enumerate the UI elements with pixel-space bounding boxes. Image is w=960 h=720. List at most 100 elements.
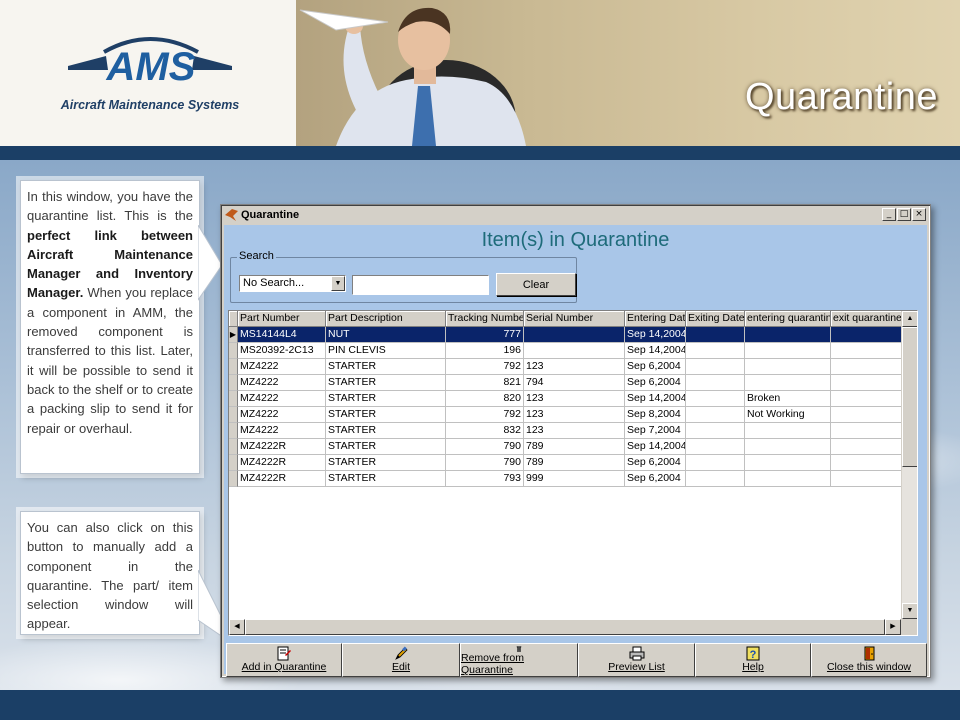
table-cell[interactable]: 821 <box>446 375 524 391</box>
table-cell[interactable]: STARTER <box>326 471 446 487</box>
table-cell[interactable]: STARTER <box>326 391 446 407</box>
scroll-right-icon[interactable]: ▶ <box>885 619 901 635</box>
table-row[interactable]: MZ4222 STARTER 792 123 Sep 8,2004 Not Working <box>229 407 917 423</box>
table-row[interactable]: MZ4222 STARTER 792 123 Sep 6,2004 <box>229 359 917 375</box>
table-cell[interactable] <box>831 423 904 439</box>
add-in-quarantine-button[interactable]: Add in Quarantine <box>226 643 342 677</box>
table-cell[interactable] <box>686 343 745 359</box>
table-cell[interactable]: 123 <box>524 407 625 423</box>
vertical-scroll-thumb[interactable] <box>902 327 917 467</box>
row-indicator[interactable] <box>229 439 238 455</box>
table-cell[interactable]: 123 <box>524 391 625 407</box>
table-cell[interactable]: 790 <box>446 455 524 471</box>
table-cell[interactable]: MZ4222R <box>238 471 326 487</box>
column-header[interactable]: exit quarantine <box>831 311 904 327</box>
table-cell[interactable] <box>831 471 904 487</box>
table-cell[interactable] <box>686 327 745 343</box>
row-indicator[interactable] <box>229 359 238 375</box>
scroll-down-icon[interactable]: ▼ <box>902 603 917 619</box>
table-cell[interactable] <box>745 327 831 343</box>
minimize-button[interactable]: _ <box>882 208 896 221</box>
table-cell[interactable] <box>745 471 831 487</box>
row-indicator[interactable] <box>229 471 238 487</box>
table-cell[interactable]: MZ4222 <box>238 423 326 439</box>
table-cell[interactable]: Sep 6,2004 <box>625 471 686 487</box>
remove-from-quarantine-button[interactable]: Remove from Quarantine <box>460 643 578 677</box>
row-indicator[interactable] <box>229 407 238 423</box>
table-cell[interactable] <box>831 327 904 343</box>
table-cell[interactable] <box>831 375 904 391</box>
table-cell[interactable]: STARTER <box>326 359 446 375</box>
row-indicator[interactable] <box>229 423 238 439</box>
table-row[interactable]: MZ4222R STARTER 790 789 Sep 14,2004 <box>229 439 917 455</box>
table-cell[interactable]: STARTER <box>326 455 446 471</box>
table-cell[interactable] <box>831 391 904 407</box>
column-header[interactable]: entering quarantine <box>745 311 831 327</box>
help-button[interactable]: ? Help <box>695 643 811 677</box>
table-row[interactable]: MZ4222R STARTER 790 789 Sep 6,2004 <box>229 455 917 471</box>
table-cell[interactable]: MZ4222 <box>238 407 326 423</box>
column-header[interactable]: Entering Date <box>625 311 686 327</box>
table-cell[interactable] <box>831 407 904 423</box>
table-cell[interactable]: 123 <box>524 423 625 439</box>
table-cell[interactable]: 820 <box>446 391 524 407</box>
search-type-select[interactable]: No Search... ▼ <box>239 275 346 292</box>
table-cell[interactable]: MZ4222 <box>238 391 326 407</box>
table-cell[interactable] <box>745 375 831 391</box>
table-cell[interactable]: MZ4222R <box>238 439 326 455</box>
scroll-left-icon[interactable]: ◀ <box>229 619 245 635</box>
close-this-window-button[interactable]: Close this window <box>811 643 927 677</box>
table-cell[interactable] <box>745 439 831 455</box>
table-cell[interactable] <box>524 343 625 359</box>
table-cell[interactable]: 794 <box>524 375 625 391</box>
table-cell[interactable] <box>524 327 625 343</box>
scroll-up-icon[interactable]: ▲ <box>902 311 917 327</box>
table-cell[interactable]: Sep 14,2004 <box>625 391 686 407</box>
table-cell[interactable] <box>686 359 745 375</box>
column-header[interactable]: Part Number <box>238 311 326 327</box>
column-header[interactable]: Exiting Date <box>686 311 745 327</box>
table-cell[interactable]: PIN CLEVIS <box>326 343 446 359</box>
table-cell[interactable]: Sep 8,2004 <box>625 407 686 423</box>
table-cell[interactable]: Not Working <box>745 407 831 423</box>
table-cell[interactable]: Sep 6,2004 <box>625 375 686 391</box>
table-cell[interactable]: 832 <box>446 423 524 439</box>
table-cell[interactable]: 792 <box>446 407 524 423</box>
table-cell[interactable] <box>831 359 904 375</box>
table-cell[interactable]: STARTER <box>326 375 446 391</box>
table-cell[interactable]: Sep 14,2004 <box>625 439 686 455</box>
chevron-down-icon[interactable]: ▼ <box>331 276 345 291</box>
table-cell[interactable]: Sep 7,2004 <box>625 423 686 439</box>
table-cell[interactable]: Sep 14,2004 <box>625 327 686 343</box>
close-window-button[interactable]: × <box>912 208 926 221</box>
clear-button[interactable]: Clear <box>496 273 576 296</box>
table-cell[interactable]: MZ4222 <box>238 375 326 391</box>
table-cell[interactable] <box>745 423 831 439</box>
table-cell[interactable] <box>831 439 904 455</box>
table-cell[interactable]: 793 <box>446 471 524 487</box>
table-row[interactable]: MZ4222 STARTER 832 123 Sep 7,2004 <box>229 423 917 439</box>
preview-list-button[interactable]: Preview List <box>578 643 695 677</box>
table-cell[interactable] <box>686 455 745 471</box>
table-cell[interactable]: 777 <box>446 327 524 343</box>
edit-button[interactable]: Edit <box>342 643 460 677</box>
table-cell[interactable] <box>686 407 745 423</box>
horizontal-scroll-thumb[interactable] <box>245 619 885 635</box>
maximize-button[interactable]: □ <box>897 208 911 221</box>
row-indicator[interactable] <box>229 375 238 391</box>
table-cell[interactable]: MZ4222 <box>238 359 326 375</box>
table-cell[interactable] <box>831 343 904 359</box>
table-row[interactable]: MS20392-2C13 PIN CLEVIS 196 Sep 14,2004 <box>229 343 917 359</box>
row-indicator[interactable] <box>229 391 238 407</box>
column-header[interactable]: Part Description <box>326 311 446 327</box>
column-header[interactable]: Serial Number <box>524 311 625 327</box>
table-cell[interactable] <box>686 391 745 407</box>
table-cell[interactable] <box>745 455 831 471</box>
table-cell[interactable]: MS14144L4 <box>238 327 326 343</box>
table-cell[interactable]: 196 <box>446 343 524 359</box>
table-row[interactable]: ▶ MS14144L4 NUT 777 Sep 14,2004 <box>229 327 917 343</box>
table-cell[interactable]: Broken <box>745 391 831 407</box>
table-cell[interactable]: 999 <box>524 471 625 487</box>
table-cell[interactable] <box>745 343 831 359</box>
table-cell[interactable]: MZ4222R <box>238 455 326 471</box>
